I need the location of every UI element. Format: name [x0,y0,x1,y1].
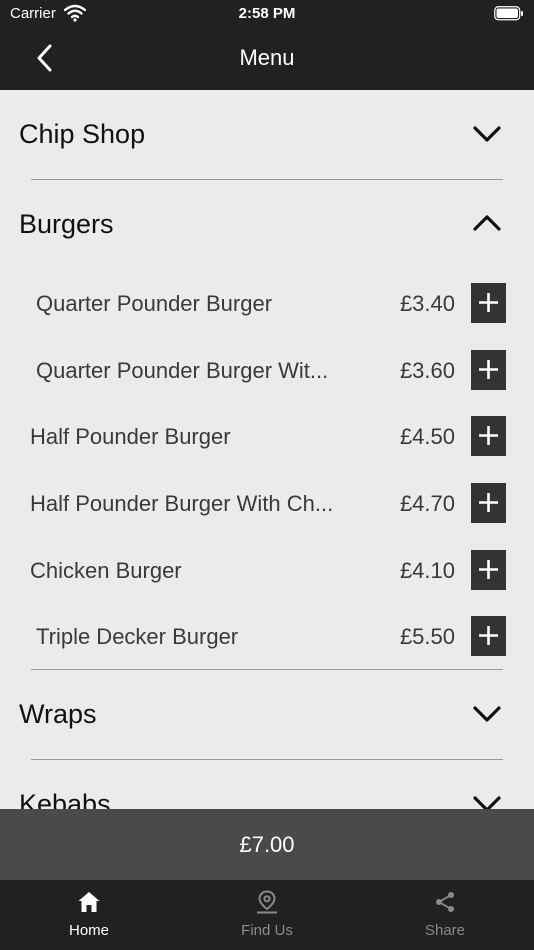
home-icon [78,892,100,912]
chevron-up-icon[interactable] [470,210,504,234]
tab-share[interactable]: Share [356,880,534,950]
item-price: £4.70 [399,491,455,516]
item-name: Triple Decker Burger [36,624,239,649]
menu-item: Triple Decker Burger £5.50 [0,603,534,669]
basket-total: £7.00 [239,832,295,857]
menu-item: Half Pounder Burger £4.50 [0,403,534,469]
item-price: £4.50 [399,424,455,449]
page-title: Menu [239,45,295,70]
item-price: £3.40 [399,291,455,316]
category-label: Kebabs [19,789,111,809]
menu-item: Quarter Pounder Burger £3.40 [0,270,534,336]
tab-find-us[interactable]: Find Us [178,880,356,950]
location-pin-icon [257,890,277,914]
menu-list[interactable]: Chip Shop Burgers Quarter Pounder Burger… [0,90,534,809]
nav-bar: Menu [0,28,534,90]
plus-icon [479,293,498,312]
add-item-button[interactable] [471,550,506,590]
basket-total-button[interactable]: £7.00 [0,809,534,880]
category-kebabs[interactable]: Kebabs [0,760,534,809]
item-name: Quarter Pounder Burger [36,291,273,316]
item-name: Chicken Burger [30,558,182,583]
add-item-button[interactable] [471,616,506,656]
plus-icon [479,426,498,445]
chevron-down-icon[interactable] [470,123,504,147]
tab-label: Share [424,922,466,939]
menu-item: Quarter Pounder Burger Wit... £3.60 [0,337,534,403]
category-wraps[interactable]: Wraps [0,670,534,760]
plus-icon [479,626,498,645]
chevron-down-icon[interactable] [470,793,504,809]
status-bar: Carrier 2:58 PM [0,0,534,28]
tab-label: Home [68,922,109,939]
category-burgers[interactable]: Burgers [0,180,534,270]
tab-label: Find Us [241,922,293,939]
clock: 2:58 PM [238,5,296,22]
category-label: Burgers [19,209,114,239]
category-label: Chip Shop [19,119,146,149]
item-name: Half Pounder Burger [30,424,231,449]
add-item-button[interactable] [471,416,506,456]
plus-icon [479,560,498,579]
tab-home[interactable]: Home [0,880,178,950]
tab-bar: Home Find Us Share [0,880,534,950]
add-item-button[interactable] [471,483,506,523]
item-price: £5.50 [399,624,455,649]
item-name: Quarter Pounder Burger Wit... [36,358,329,383]
battery-icon [494,6,523,21]
plus-icon [479,360,498,379]
category-chip-shop[interactable]: Chip Shop [0,90,534,180]
share-icon [436,892,454,912]
plus-icon [479,493,498,512]
add-item-button[interactable] [471,283,506,323]
item-price: £3.60 [399,358,455,383]
add-item-button[interactable] [471,350,506,390]
menu-item: Chicken Burger £4.10 [0,537,534,603]
chevron-down-icon[interactable] [470,703,504,727]
category-label: Wraps [19,699,97,729]
item-price: £4.10 [399,558,455,583]
menu-item: Half Pounder Burger With Ch... £4.70 [0,470,534,536]
item-name: Half Pounder Burger With Ch... [30,491,334,516]
